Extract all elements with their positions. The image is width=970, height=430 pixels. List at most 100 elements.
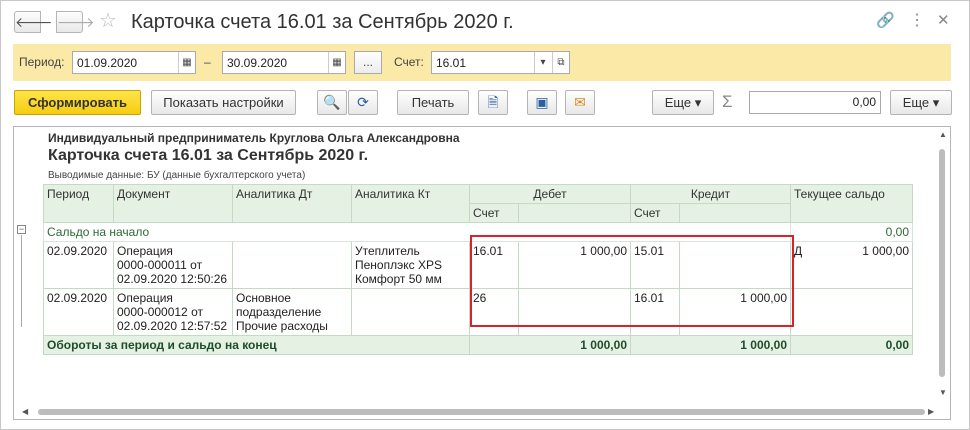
vertical-scrollbar[interactable]: ▲ ▼ bbox=[936, 127, 950, 407]
period-dash: – bbox=[204, 55, 211, 69]
back-button[interactable]: 🡐 bbox=[14, 11, 53, 33]
row-debit-account: 16.01 bbox=[469, 241, 519, 289]
header-period: Период bbox=[43, 184, 114, 223]
search-next-icon: ⟳ bbox=[357, 94, 369, 110]
totals-debit: 1 000,00 bbox=[469, 335, 631, 355]
account-card-table: Период Документ Аналитика Дт Аналитика К… bbox=[43, 184, 913, 355]
horizontal-scrollbar[interactable]: ◀ ▶ bbox=[14, 405, 936, 419]
link-icon[interactable]: 🔗 bbox=[876, 12, 895, 30]
row-analytics-kt bbox=[351, 288, 470, 336]
horizontal-scroll-thumb[interactable] bbox=[38, 409, 925, 415]
row-analytics-kt: Утеплитель Пеноплэкс XPS Комфорт 50 мм bbox=[351, 241, 470, 289]
header-credit-amount bbox=[679, 203, 791, 223]
row-debit-amount: 1 000,00 bbox=[518, 241, 631, 289]
header-analytics-kt: Аналитика Кт bbox=[351, 184, 470, 223]
preview-button[interactable]: 🗎 bbox=[478, 90, 508, 115]
find-button[interactable]: 🔍 bbox=[317, 90, 347, 115]
show-settings-button[interactable]: Показать настройки bbox=[151, 90, 296, 115]
vertical-scroll-thumb[interactable] bbox=[939, 149, 945, 377]
date-to-field[interactable]: 30.09.2020 ▦ bbox=[222, 51, 346, 74]
totals-balance: 0,00 bbox=[790, 335, 913, 355]
group-line bbox=[21, 235, 22, 327]
date-to-value: 30.09.2020 bbox=[227, 56, 288, 70]
row-credit-amount: 1 000,00 bbox=[679, 288, 791, 336]
header-balance: Текущее сальдо bbox=[790, 184, 913, 223]
close-icon[interactable]: ✕ bbox=[937, 12, 950, 30]
calendar-icon[interactable]: ▦ bbox=[178, 52, 195, 73]
row-analytics-dt bbox=[232, 241, 352, 289]
scroll-right-icon[interactable]: ▶ bbox=[928, 408, 934, 416]
calendar-icon[interactable]: ▦ bbox=[328, 52, 345, 73]
row-period: 02.09.2020 bbox=[43, 241, 114, 289]
opening-balance-value: 0,00 bbox=[790, 222, 913, 242]
row-document[interactable]: Операция 0000-000012 от 02.09.2020 12:57… bbox=[113, 288, 233, 336]
header-document: Документ bbox=[113, 184, 233, 223]
header-debit: Дебет bbox=[469, 184, 631, 204]
send-email-button[interactable]: ✉ bbox=[565, 90, 595, 115]
row-credit-amount bbox=[679, 241, 791, 289]
header-debit-amount bbox=[518, 203, 631, 223]
favorite-star-icon[interactable]: ☆ bbox=[99, 9, 117, 33]
row-balance-value: 1 000,00 bbox=[862, 244, 909, 258]
scroll-left-icon[interactable]: ◀ bbox=[22, 408, 28, 416]
row-balance: Д 1 000,00 bbox=[790, 241, 913, 289]
save-button[interactable]: ▣ bbox=[527, 90, 557, 115]
report-spreadsheet[interactable]: Индивидуальный предприниматель Круглова … bbox=[13, 126, 951, 420]
row-credit-account: 15.01 bbox=[630, 241, 680, 289]
forward-button[interactable]: 🡒 bbox=[56, 11, 95, 33]
window-title: Карточка счета 16.01 за Сентябрь 2020 г. bbox=[131, 11, 514, 33]
generate-button[interactable]: Сформировать bbox=[14, 90, 141, 115]
envelope-icon: ✉ bbox=[574, 94, 586, 110]
print-button[interactable]: Печать bbox=[397, 90, 469, 115]
table-row[interactable]: 02.09.2020 Операция 0000-000011 от 02.09… bbox=[43, 241, 913, 289]
account-value: 16.01 bbox=[436, 56, 467, 70]
organization-name: Индивидуальный предприниматель Круглова … bbox=[48, 131, 460, 145]
header-analytics-dt: Аналитика Дт bbox=[232, 184, 352, 223]
period-label: Период: bbox=[19, 55, 65, 69]
title-bar: 🡐 🡒 ☆ Карточка счета 16.01 за Сентябрь 2… bbox=[1, 1, 969, 41]
row-document[interactable]: Операция 0000-000011 от 02.09.2020 12:50… bbox=[113, 241, 233, 289]
table-row[interactable]: 02.09.2020 Операция 0000-000012 от 02.09… bbox=[43, 288, 913, 336]
header-debit-account: Счет bbox=[469, 203, 519, 223]
report-parameters-panel: Период: 01.09.2020 ▦ – 30.09.2020 ▦ ... … bbox=[13, 44, 951, 81]
print-preview-icon: 🗎 bbox=[487, 94, 499, 110]
header-credit-account: Счет bbox=[630, 203, 680, 223]
report-subtitle: Выводимые данные: БУ (данные бухгалтерск… bbox=[48, 170, 306, 181]
header-credit: Кредит bbox=[630, 184, 791, 204]
dropdown-arrow-icon[interactable]: ▾ bbox=[534, 52, 551, 73]
row-debit-account: 26 bbox=[469, 288, 519, 336]
period-select-button[interactable]: ... bbox=[354, 51, 382, 74]
row-analytics-dt: Основное подразделение Прочие расходы bbox=[232, 288, 352, 336]
more-actions-button-2[interactable]: Еще ▾ bbox=[890, 90, 952, 115]
row-period: 02.09.2020 bbox=[43, 288, 114, 336]
more-actions-button[interactable]: Еще ▾ bbox=[652, 90, 714, 115]
open-link-icon[interactable]: ⧉ bbox=[552, 52, 569, 73]
search-icon: 🔍 bbox=[323, 94, 341, 110]
more-menu-icon[interactable]: ⋮ bbox=[909, 12, 925, 30]
totals-credit: 1 000,00 bbox=[630, 335, 791, 355]
sigma-icon: Σ bbox=[722, 92, 733, 111]
scroll-down-icon[interactable]: ▼ bbox=[939, 389, 947, 397]
row-credit-account: 16.01 bbox=[630, 288, 680, 336]
opening-balance-row[interactable]: Сальдо на начало 0,00 bbox=[43, 222, 913, 242]
row-debit-amount bbox=[518, 288, 631, 336]
account-field[interactable]: 16.01 ▾ ⧉ bbox=[431, 51, 570, 74]
row-balance-side: Д bbox=[794, 244, 803, 258]
row-balance bbox=[790, 288, 913, 336]
report-window: 🡐 🡒 ☆ Карточка счета 16.01 за Сентябрь 2… bbox=[0, 0, 970, 430]
find-next-button[interactable]: ⟳ bbox=[348, 90, 378, 115]
report-title: Карточка счета 16.01 за Сентябрь 2020 г. bbox=[48, 147, 369, 164]
sum-field[interactable]: 0,00 bbox=[749, 91, 881, 114]
date-from-field[interactable]: 01.09.2020 ▦ bbox=[72, 51, 196, 74]
opening-balance-label: Сальдо на начало bbox=[43, 222, 791, 242]
account-label: Счет: bbox=[394, 55, 424, 69]
floppy-disk-icon: ▣ bbox=[535, 94, 549, 110]
totals-row[interactable]: Обороты за период и сальдо на конец 1 00… bbox=[43, 335, 913, 355]
date-from-value: 01.09.2020 bbox=[77, 56, 138, 70]
collapse-group-icon[interactable]: − bbox=[17, 225, 26, 234]
totals-label: Обороты за период и сальдо на конец bbox=[43, 335, 470, 355]
arrow-right-icon: 🡒 bbox=[57, 14, 95, 30]
arrow-left-icon: 🡐 bbox=[15, 14, 53, 30]
header-row: Период Документ Аналитика Дт Аналитика К… bbox=[43, 184, 913, 223]
scroll-up-icon[interactable]: ▲ bbox=[939, 131, 947, 139]
